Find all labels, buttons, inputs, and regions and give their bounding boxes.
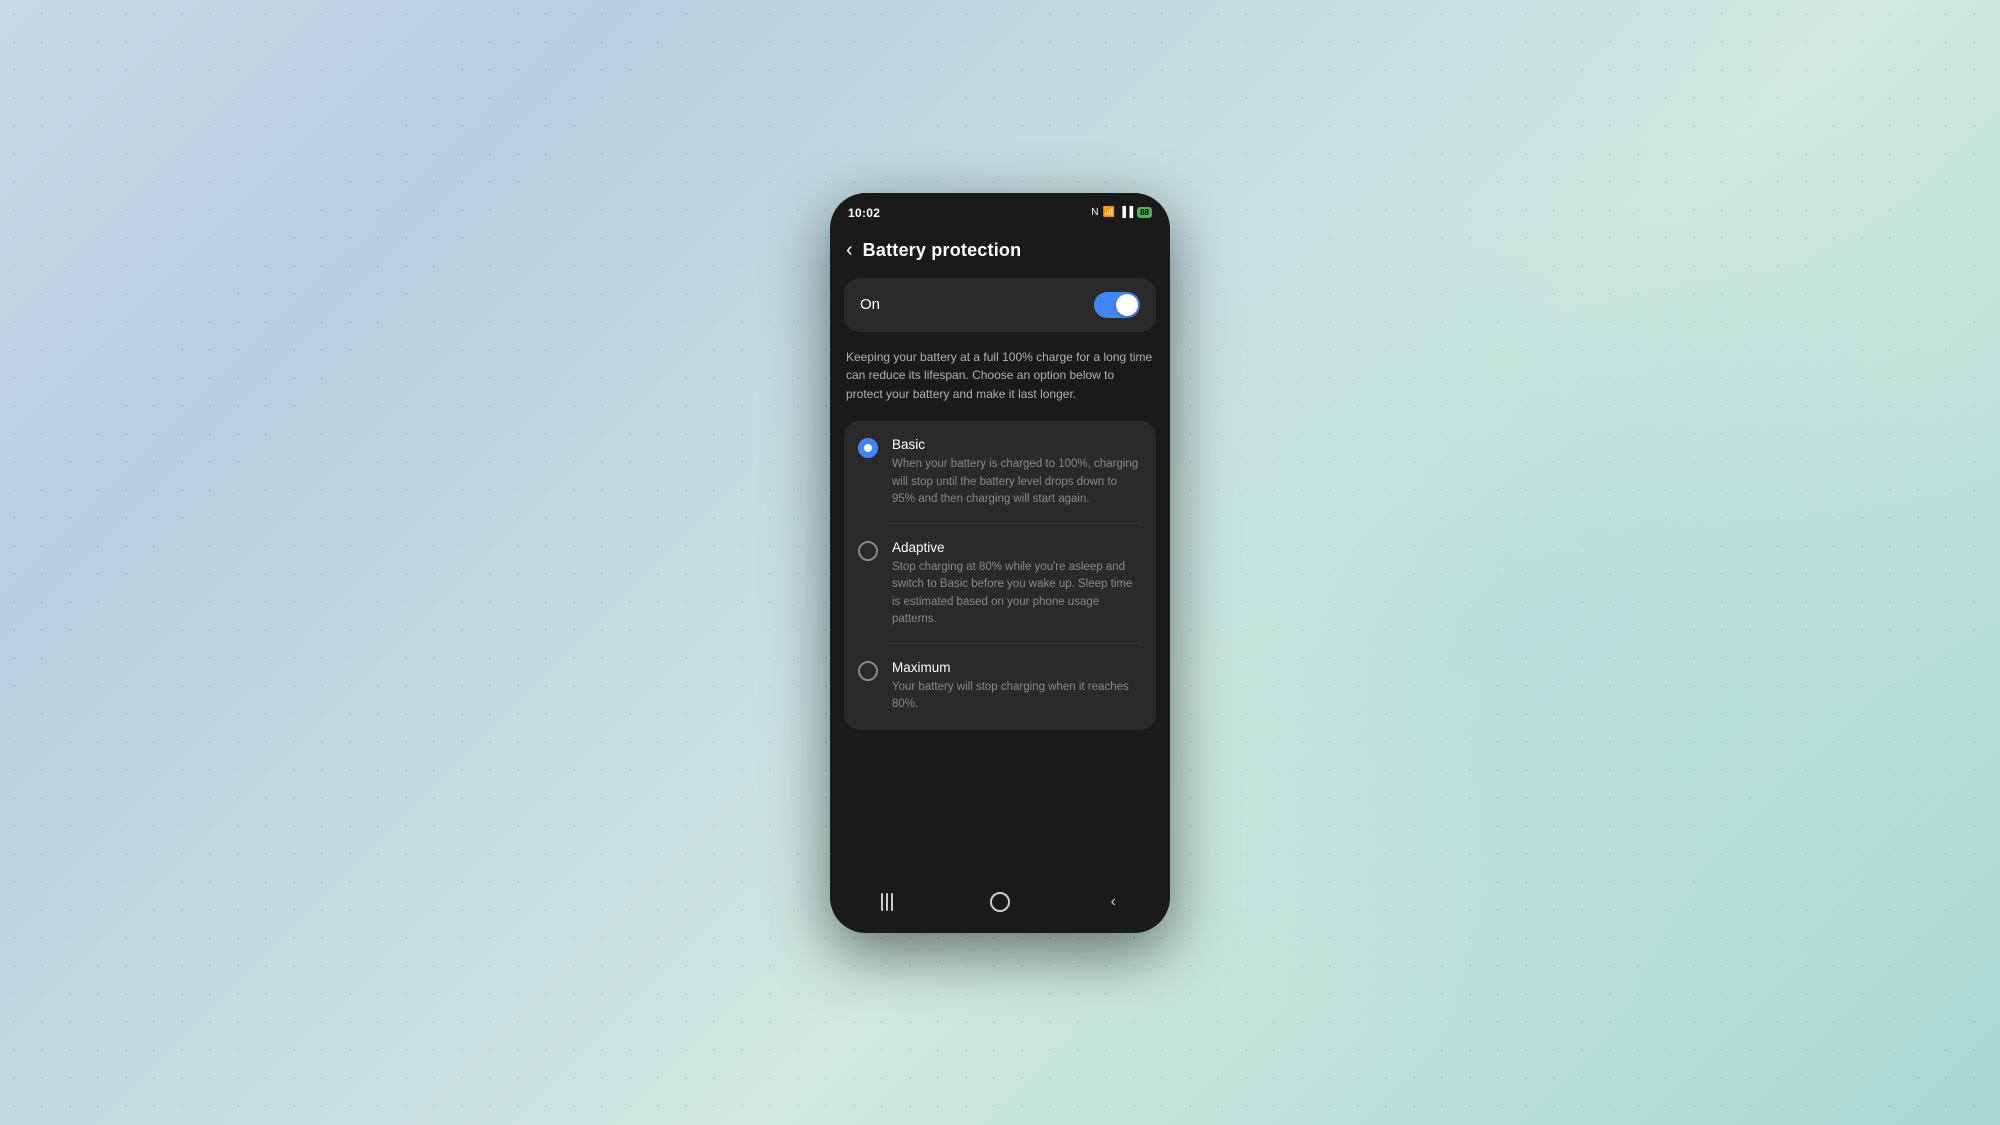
recents-icon — [881, 893, 893, 911]
status-time: 10:02 — [848, 206, 880, 220]
bottom-nav: ‹ — [830, 877, 1170, 933]
option-adaptive-desc: Stop charging at 80% while you're asleep… — [892, 559, 1142, 628]
battery-protection-description: Keeping your battery at a full 100% char… — [844, 348, 1156, 404]
option-adaptive-text: Adaptive Stop charging at 80% while you'… — [892, 540, 1142, 628]
page-title: Battery protection — [863, 240, 1022, 261]
header: ‹ Battery protection — [830, 227, 1170, 278]
radio-maximum[interactable] — [858, 661, 878, 681]
battery-level: 88 — [1137, 207, 1152, 218]
option-basic-desc: When your battery is charged to 100%, ch… — [892, 456, 1142, 508]
home-button[interactable] — [980, 887, 1020, 917]
back-arrow-icon: ‹ — [1111, 893, 1116, 911]
phone-frame: 10:02 N 📶 ▐▐ 88 ‹ Battery protection On … — [830, 193, 1170, 933]
option-basic[interactable]: Basic When your battery is charged to 10… — [844, 421, 1156, 524]
status-icons-right: N 📶 ▐▐ 88 — [1091, 207, 1152, 218]
battery-protection-toggle[interactable] — [1094, 292, 1140, 318]
status-bar: 10:02 N 📶 ▐▐ 88 — [830, 193, 1170, 227]
toggle-label: On — [860, 296, 880, 313]
battery-protection-toggle-row: On — [844, 278, 1156, 332]
option-maximum[interactable]: Maximum Your battery will stop charging … — [844, 644, 1156, 730]
content-area: On Keeping your battery at a full 100% c… — [830, 278, 1170, 877]
option-maximum-text: Maximum Your battery will stop charging … — [892, 660, 1142, 714]
toggle-knob — [1116, 294, 1138, 316]
option-maximum-desc: Your battery will stop charging when it … — [892, 679, 1142, 714]
recents-button[interactable] — [867, 887, 907, 917]
radio-basic[interactable] — [858, 438, 878, 458]
option-adaptive[interactable]: Adaptive Stop charging at 80% while you'… — [844, 524, 1156, 644]
radio-adaptive[interactable] — [858, 541, 878, 561]
options-card: Basic When your battery is charged to 10… — [844, 421, 1156, 729]
option-adaptive-title: Adaptive — [892, 540, 1142, 555]
back-button[interactable]: ‹ — [846, 239, 853, 262]
system-back-button[interactable]: ‹ — [1093, 887, 1133, 917]
option-maximum-title: Maximum — [892, 660, 1142, 675]
wifi-icon: 📶 — [1102, 207, 1114, 218]
home-icon — [990, 892, 1010, 912]
signal-icon: ▐▐ — [1119, 207, 1133, 218]
option-basic-title: Basic — [892, 437, 1142, 452]
nfc-icon: N — [1091, 207, 1098, 218]
option-basic-text: Basic When your battery is charged to 10… — [892, 437, 1142, 508]
